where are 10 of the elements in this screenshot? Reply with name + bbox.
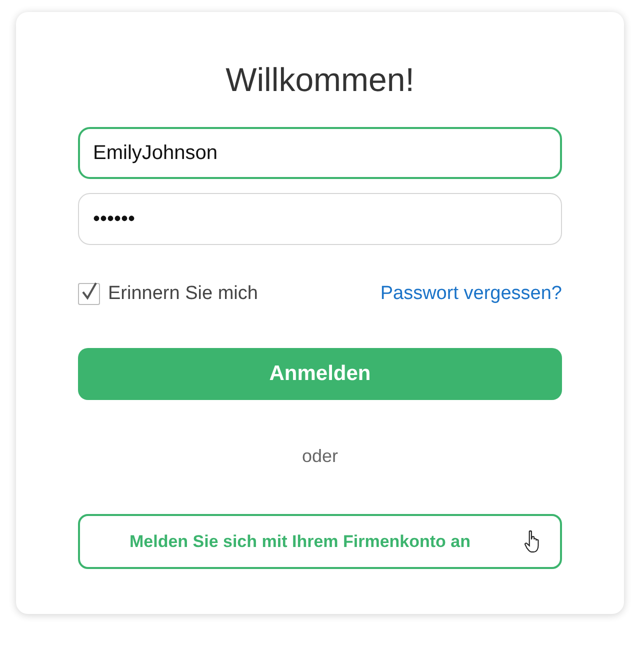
remember-checkbox[interactable] (78, 283, 100, 305)
forgot-password-link[interactable]: Passwort vergessen? (380, 283, 562, 305)
remember-label: Erinnern Sie mich (108, 283, 258, 305)
login-button[interactable]: Anmelden (78, 348, 562, 400)
welcome-title: Willkommen! (224, 60, 416, 100)
company-login-button[interactable]: Melden Sie sich mit Ihrem Firmenkonto an (78, 514, 562, 569)
username-field[interactable]: EmilyJohnson (78, 127, 562, 179)
pointer-cursor-icon (524, 530, 541, 553)
password-field[interactable]: •••••• (78, 193, 562, 245)
separator-text: oder (300, 446, 340, 467)
